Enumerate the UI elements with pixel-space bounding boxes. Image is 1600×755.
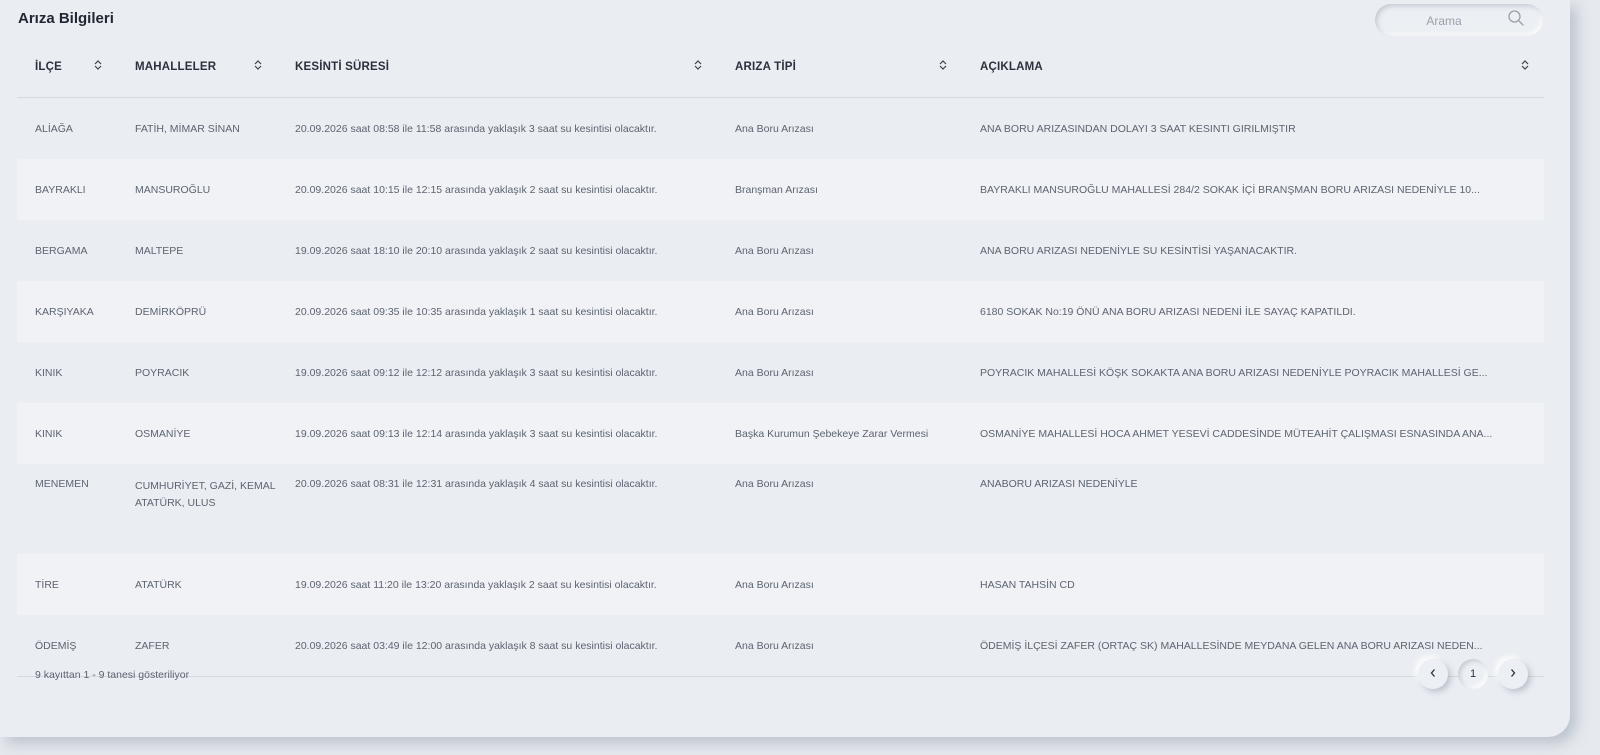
cell-kesinti-suresi: 20.09.2026 saat 08:31 ile 12:31 arasında… [295,478,658,490]
cell-aciklama: POYRACIK MAHALLESİ KÖŞK SOKAKTA ANA BORU… [980,366,1488,379]
cell-ariza-tipi: Ana Boru Arızası [735,244,814,257]
table-row: KINIK POYRACIK 19.09.2026 saat 09:12 ile… [17,342,1544,403]
cell-aciklama: ANABORU ARIZASI NEDENİYLE [980,478,1138,490]
sort-icon[interactable] [93,59,103,74]
cell-aciklama: BAYRAKLI MANSUROĞLU MAHALLESİ 284/2 SOKA… [962,159,1544,220]
cell-ariza-tipi: Ana Boru Arızası [717,281,962,342]
cell-kesinti-suresi: 19.09.2026 saat 18:10 ile 20:10 arasında… [295,244,658,257]
sort-icon[interactable] [253,59,263,74]
cell-mahalleler: POYRACIK [135,366,190,379]
column-header-ilce[interactable]: İLÇE [17,36,117,98]
table-row: MENEMEN CUMHURİYET, GAZİ, KEMAL ATATÜRK,… [17,464,1544,554]
cell-ariza-tipi: Ana Boru Arızası [735,122,814,135]
cell-kesinti-suresi: 19.09.2026 saat 11:20 ile 13:20 arasında… [277,554,717,615]
chevron-right-icon[interactable] [1509,668,1517,681]
cell-mahalleler: DEMİRKÖPRÜ [117,281,277,342]
cell-ilce: MENEMEN [35,478,89,490]
search-input[interactable] [1387,10,1501,32]
cell-kesinti-suresi: 20.09.2026 saat 03:49 ile 12:00 arasında… [277,615,717,677]
cell-ilce: BERGAMA [35,244,88,257]
fault-table: İLÇE MAHALLELER KESİNTİ SÜRESİ ARIZA TİP… [17,36,1544,677]
cell-ariza-tipi: Ana Boru Arızası [735,478,814,490]
column-header-mahalleler[interactable]: MAHALLELER [117,36,277,98]
column-header-aciklama[interactable]: AÇIKLAMA [962,36,1544,98]
cell-aciklama: ANA BORU ARIZASINDAN DOLAYI 3 SAAT KESIN… [980,122,1296,135]
next-page-button[interactable] [1498,659,1528,689]
column-header-kesinti-suresi[interactable]: KESİNTİ SÜRESİ [277,36,717,98]
cell-kesinti-suresi: 20.09.2026 saat 08:58 ile 11:58 arasında… [295,122,657,135]
cell-ilce: KINIK [35,366,63,379]
cell-mahalleler: FATİH, MİMAR SİNAN [135,122,240,135]
cell-kesinti-suresi: 19.09.2026 saat 09:13 ile 12:14 arasında… [277,403,717,464]
cell-aciklama: ANA BORU ARIZASI NEDENİYLE SU KESİNTİSİ … [980,244,1298,257]
cell-ilce: KARŞIYAKA [17,281,117,342]
cell-aciklama: 6180 SOKAK No:19 ÖNÜ ANA BORU ARIZASI NE… [962,281,1544,342]
page-button-current[interactable]: 1 [1458,659,1488,689]
search-icon[interactable] [1507,9,1525,32]
cell-aciklama: OSMANİYE MAHALLESİ HOCA AHMET YESEVİ CAD… [962,403,1544,464]
cell-mahalleler: MANSUROĞLU [117,159,277,220]
table-row: ALİAĞA FATİH, MİMAR SİNAN 20.09.2026 saa… [17,98,1544,160]
search-box[interactable] [1375,4,1543,36]
table-row: TİRE ATATÜRK 19.09.2026 saat 11:20 ile 1… [17,554,1544,615]
pagination-info: 9 kayıttan 1 - 9 tanesi gösteriliyor [35,669,190,681]
cell-mahalleler: ZAFER [117,615,277,677]
cell-ilce: KINIK [17,403,117,464]
prev-page-button[interactable] [1418,659,1448,689]
cell-ilce: ALİAĞA [35,122,73,135]
sort-icon[interactable] [693,59,703,74]
table-row: BERGAMA MALTEPE 19.09.2026 saat 18:10 il… [17,220,1544,281]
sort-icon[interactable] [1520,59,1530,74]
cell-mahalleler: MALTEPE [135,244,184,257]
cell-ariza-tipi: Ana Boru Arızası [735,366,814,379]
cell-ariza-tipi: Branşman Arızası [717,159,962,220]
cell-kesinti-suresi: 19.09.2026 saat 09:12 ile 12:12 arasında… [295,366,658,379]
cell-ilce: BAYRAKLI [17,159,117,220]
fault-info-card: Arıza Bilgileri İLÇE MAHALLELER KESİNTİ … [0,0,1570,737]
cell-kesinti-suresi: 20.09.2026 saat 10:15 ile 12:15 arasında… [277,159,717,220]
cell-ariza-tipi: Ana Boru Arızası [717,554,962,615]
table-row: BAYRAKLI MANSUROĞLU 20.09.2026 saat 10:1… [17,159,1544,220]
page-title: Arıza Bilgileri [18,10,114,27]
cell-mahalleler: CUMHURİYET, GAZİ, KEMAL ATATÜRK, ULUS [135,480,276,509]
cell-kesinti-suresi: 20.09.2026 saat 09:35 ile 10:35 arasında… [277,281,717,342]
cell-aciklama: ÖDEMİŞ İLÇESİ ZAFER (ORTAÇ SK) MAHALLESİ… [962,615,1544,677]
cell-ariza-tipi: Başka Kurumun Şebekeye Zarar Vermesi [717,403,962,464]
cell-ariza-tipi: Ana Boru Arızası [717,615,962,677]
cell-mahalleler: ATATÜRK [117,554,277,615]
cell-ilce: ÖDEMİŞ [17,615,117,677]
table-header-row: İLÇE MAHALLELER KESİNTİ SÜRESİ ARIZA TİP… [17,36,1544,98]
cell-ilce: TİRE [17,554,117,615]
table-row: KINIK OSMANİYE 19.09.2026 saat 09:13 ile… [17,403,1544,464]
sort-icon[interactable] [938,59,948,74]
chevron-left-icon[interactable] [1429,668,1437,681]
column-header-ariza-tipi[interactable]: ARIZA TİPİ [717,36,962,98]
cell-mahalleler: OSMANİYE [117,403,277,464]
table-row: ÖDEMİŞ ZAFER 20.09.2026 saat 03:49 ile 1… [17,615,1544,677]
cell-aciklama: HASAN TAHSİN CD [962,554,1544,615]
table-row: KARŞIYAKA DEMİRKÖPRÜ 20.09.2026 saat 09:… [17,281,1544,342]
